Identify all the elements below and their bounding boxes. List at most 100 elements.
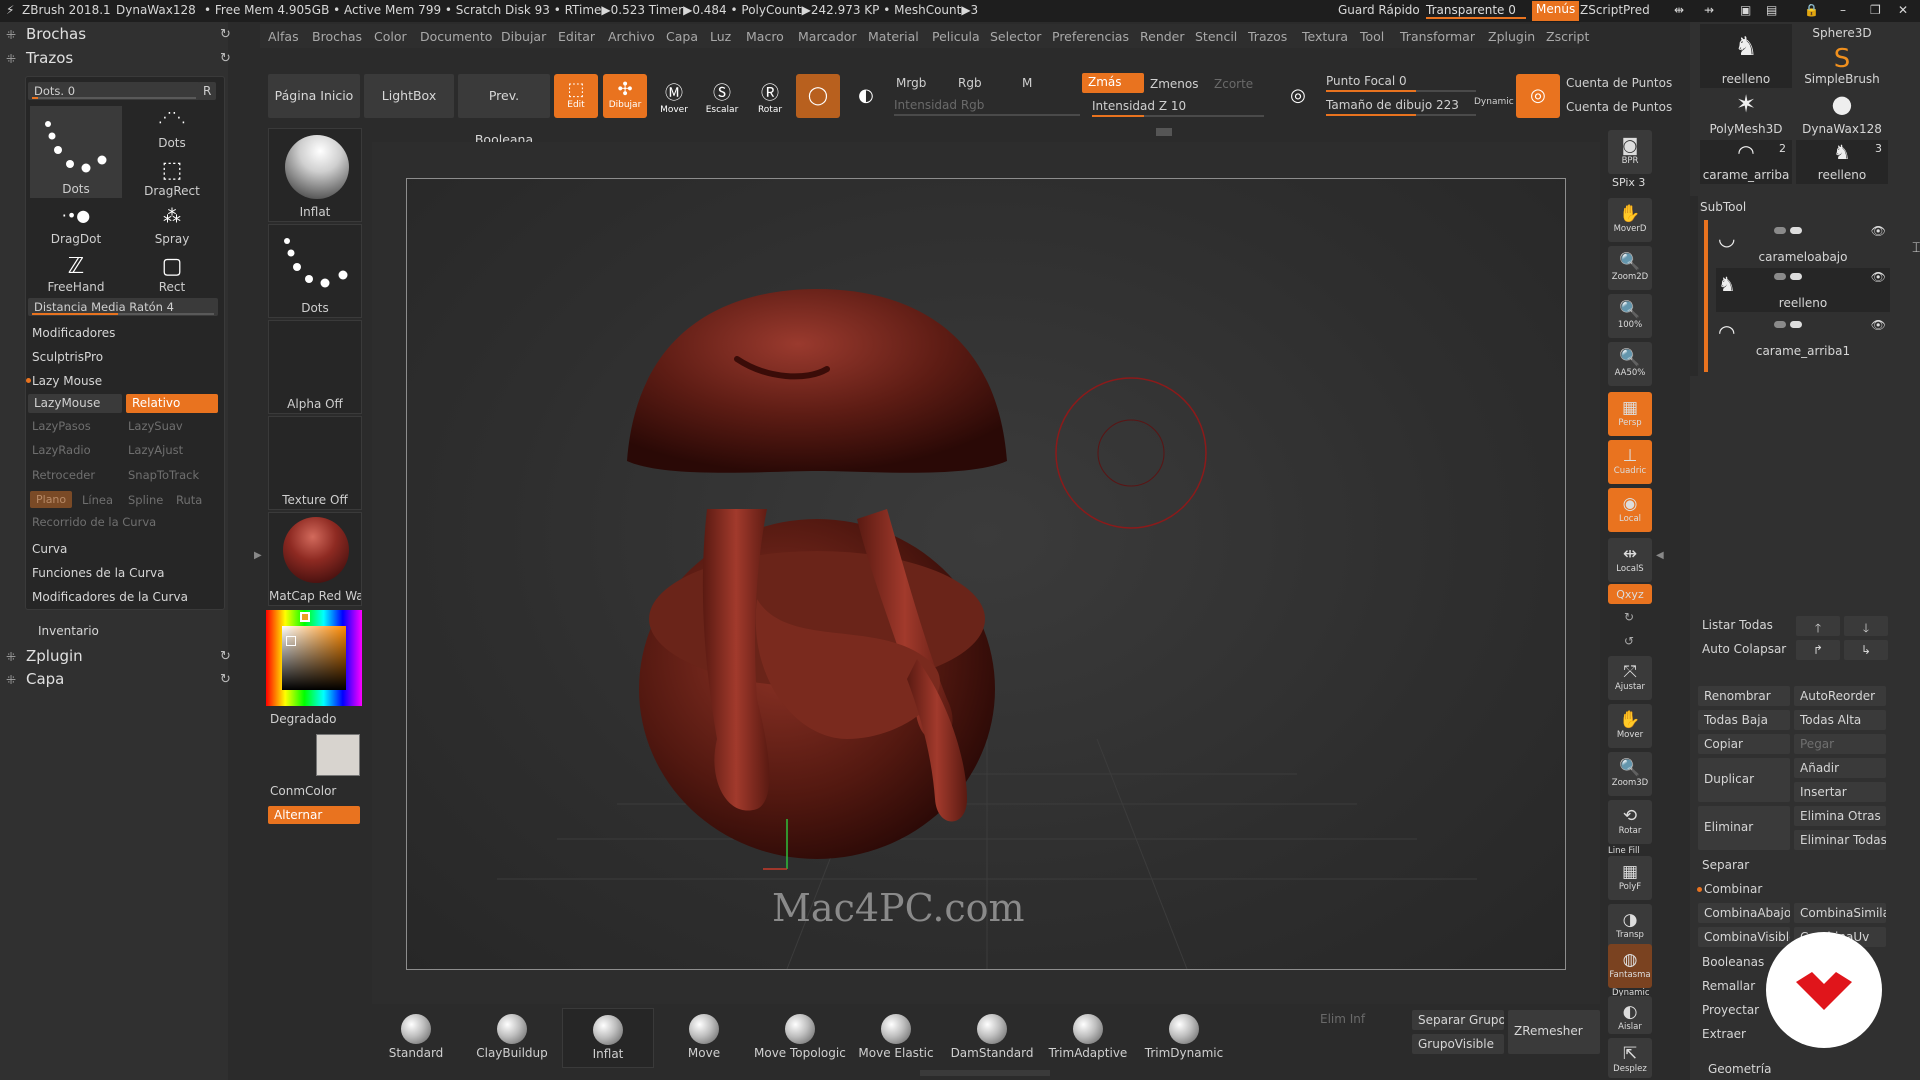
texture-thumbnail[interactable]: Texture Off	[268, 416, 362, 510]
tool-thumbnail-simplebrush[interactable]: S SimpleBrush	[1796, 44, 1888, 88]
merge-down-button[interactable]: CombinaAbajo	[1698, 903, 1790, 923]
default-zscript-button[interactable]: ZScriptPred	[1580, 3, 1650, 17]
color-cursor[interactable]	[286, 636, 296, 646]
mouse-average-slider[interactable]: Distancia Media Ratón 4	[28, 298, 218, 316]
append-button[interactable]: Añadir	[1794, 758, 1886, 778]
arrange-down-button[interactable]: ↳	[1844, 640, 1888, 660]
boolean-subpalette[interactable]: Booleanas	[1702, 955, 1764, 969]
move2d-button[interactable]: ✋ MoverD	[1608, 198, 1652, 242]
palette-drag-icon[interactable]: ⁜	[6, 28, 20, 42]
hue-cursor[interactable]	[300, 612, 310, 622]
stroke-type-dragdot[interactable]: ·•● DragDot	[30, 202, 122, 248]
curve-modifiers-subpalette[interactable]: Modificadores de la Curva	[32, 590, 188, 604]
line-mode-button[interactable]: Línea	[82, 493, 113, 507]
path-mode-button[interactable]: Ruta	[176, 493, 202, 507]
brushes-palette-header[interactable]: ⁜ Brochas	[6, 25, 86, 43]
delete-button[interactable]: Eliminar	[1698, 806, 1790, 850]
list-all-button[interactable]: Listar Todas	[1702, 618, 1773, 632]
solo-button[interactable]: ◐ Aislar	[1608, 996, 1652, 1034]
material-thumbnail[interactable]: MatCap Red Wax	[268, 512, 362, 606]
live-boolean-button[interactable]: Prev. Booleana	[458, 74, 550, 147]
restore-icon[interactable]: ❐	[1870, 3, 1881, 17]
gradient-toggle[interactable]: Degradado	[270, 712, 336, 726]
lock-icon[interactable]: 🔒	[1804, 3, 1819, 17]
curve-path-slider[interactable]: Recorrido de la Curva	[32, 515, 156, 529]
canvas-frame[interactable]	[406, 178, 1566, 970]
brush-trimdynamic[interactable]: TrimDynamic	[1138, 1008, 1230, 1068]
subtool-scrollbar[interactable]	[1704, 220, 1708, 372]
remesh-subpalette[interactable]: Remallar	[1702, 979, 1755, 993]
polyframe-button[interactable]: ▦ PolyF	[1608, 856, 1652, 900]
brush-standard[interactable]: Standard	[370, 1008, 462, 1068]
spline-mode-button[interactable]: Spline	[128, 493, 163, 507]
snaptotrack-button[interactable]: SnapToTrack	[128, 468, 199, 482]
xpose-button[interactable]: ⇱ Desplez	[1608, 1038, 1652, 1078]
palette-drag-icon[interactable]: ⁜	[6, 673, 20, 687]
xyz-button[interactable]: Qxyz	[1608, 584, 1652, 604]
backtrack-button[interactable]: Retroceder	[32, 468, 95, 482]
delete-lower-button[interactable]: Elim Inf	[1320, 1012, 1365, 1026]
collapse-left-arrow-icon[interactable]: ▶	[254, 550, 262, 561]
move-button[interactable]: Ⓜ Mover	[652, 74, 696, 118]
subtool-item-carame-arriba1[interactable]: ◠ 👁 carame_arriba1	[1716, 316, 1890, 360]
current-brush-thumbnail[interactable]: Inflat	[268, 128, 362, 222]
draw-button[interactable]: ✣ Dibujar	[603, 74, 647, 118]
antialias-half-button[interactable]: 🔍 AA50%	[1608, 342, 1652, 386]
lazymouse-subpalette[interactable]: Lazy Mouse	[32, 374, 102, 388]
menus-toggle[interactable]: Menús	[1532, 1, 1580, 21]
collapse-right-arrow-icon[interactable]: ◀	[1656, 550, 1664, 561]
lazyradius-slider[interactable]: LazyRadio	[32, 443, 91, 457]
zadd-toggle[interactable]: Zmás	[1082, 73, 1144, 93]
tool-thumbnail-reelleno[interactable]: ♞ 3 reelleno	[1796, 140, 1888, 184]
minimize-icon[interactable]: –	[1840, 3, 1846, 17]
visibility-eye-icon[interactable]: 👁	[1871, 224, 1886, 238]
refresh-icon[interactable]: ↻	[220, 27, 1878, 42]
tool-thumbnail-sphere3d[interactable]: Sphere3D	[1796, 24, 1888, 42]
layout-right-icon[interactable]: ⇸	[1704, 3, 1714, 17]
window-layout-icon[interactable]: ▤	[1766, 3, 1777, 17]
symmetry-button[interactable]: ◎	[1516, 74, 1560, 118]
zplugin-palette-header[interactable]: ⁜ Zplugin	[6, 647, 83, 665]
lazymouse-toggle[interactable]: LazyMouse	[28, 394, 122, 413]
localsym-button[interactable]: ⇹ LocalS	[1608, 538, 1652, 582]
lazysnap-slider[interactable]: LazyAjust	[128, 443, 183, 457]
delete-all-button[interactable]: Eliminar Todas	[1794, 830, 1886, 850]
plane-mode-button[interactable]: Plano	[30, 491, 72, 508]
secondary-color-swatch[interactable]	[316, 734, 360, 776]
zoom2d-button[interactable]: 🔍 Zoom2D	[1608, 246, 1652, 290]
sculptris-pro-button[interactable]: ◎	[1280, 80, 1316, 116]
lightbox-button[interactable]: LightBox	[364, 74, 454, 118]
edit-button[interactable]: ⬚ Edit	[554, 74, 598, 118]
stroke-type-dots-current[interactable]: Dots	[30, 106, 122, 198]
duplicate-button[interactable]: Duplicar	[1698, 758, 1790, 802]
ui-layout-icon[interactable]: ▣	[1740, 3, 1751, 17]
focal-shift-slider[interactable]: Punto Focal 0	[1326, 74, 1407, 88]
group-visible-button[interactable]: GrupoVisible	[1412, 1034, 1504, 1054]
top-shelf-scroll-handle[interactable]	[1156, 128, 1172, 136]
rgb-intensity-slider[interactable]: Intensidad Rgb	[894, 98, 984, 112]
split-subpalette[interactable]: Separar	[1702, 858, 1749, 872]
rotate-y-icon[interactable]: ↻	[1624, 610, 1634, 624]
split-groups-button[interactable]: Separar Grupo	[1412, 1010, 1504, 1030]
layout-left-icon[interactable]: ⇹	[1674, 3, 1684, 17]
layer-palette-header[interactable]: ⁜ Capa	[6, 670, 64, 688]
merge-subpalette[interactable]: Combinar	[1704, 882, 1762, 896]
zoom3d-button[interactable]: 🔍 Zoom3D	[1608, 752, 1652, 796]
alternate-color-button[interactable]: Alternar	[268, 806, 360, 824]
zremesher-button[interactable]: ZRemesher	[1508, 1010, 1600, 1054]
move-down-button[interactable]: 🡓	[1844, 616, 1888, 636]
refresh-icon[interactable]: ↻	[220, 51, 1878, 66]
rotate-z-icon[interactable]: ↺	[1624, 634, 1634, 648]
actual-size-button[interactable]: 🔍 100%	[1608, 294, 1652, 338]
brush-move-topological[interactable]: Move Topologica	[754, 1008, 846, 1068]
current-stroke-thumbnail[interactable]: Dots	[268, 224, 362, 318]
project-subpalette[interactable]: Proyectar	[1702, 1003, 1759, 1017]
dots-reset-button[interactable]: R	[198, 82, 216, 100]
home-page-button[interactable]: Página Inicio	[268, 74, 360, 118]
dynamic-size-toggle[interactable]: Dynamic	[1474, 97, 1514, 107]
quick-save-button[interactable]: Guard Rápido	[1338, 3, 1420, 17]
tool-thumbnail-carame-arriba[interactable]: ◠ 2 carame_arriba	[1700, 140, 1792, 184]
arrange-up-button[interactable]: ↱	[1796, 640, 1840, 660]
insert-button[interactable]: Insertar	[1794, 782, 1886, 802]
rename-button[interactable]: Renombrar	[1698, 686, 1790, 706]
